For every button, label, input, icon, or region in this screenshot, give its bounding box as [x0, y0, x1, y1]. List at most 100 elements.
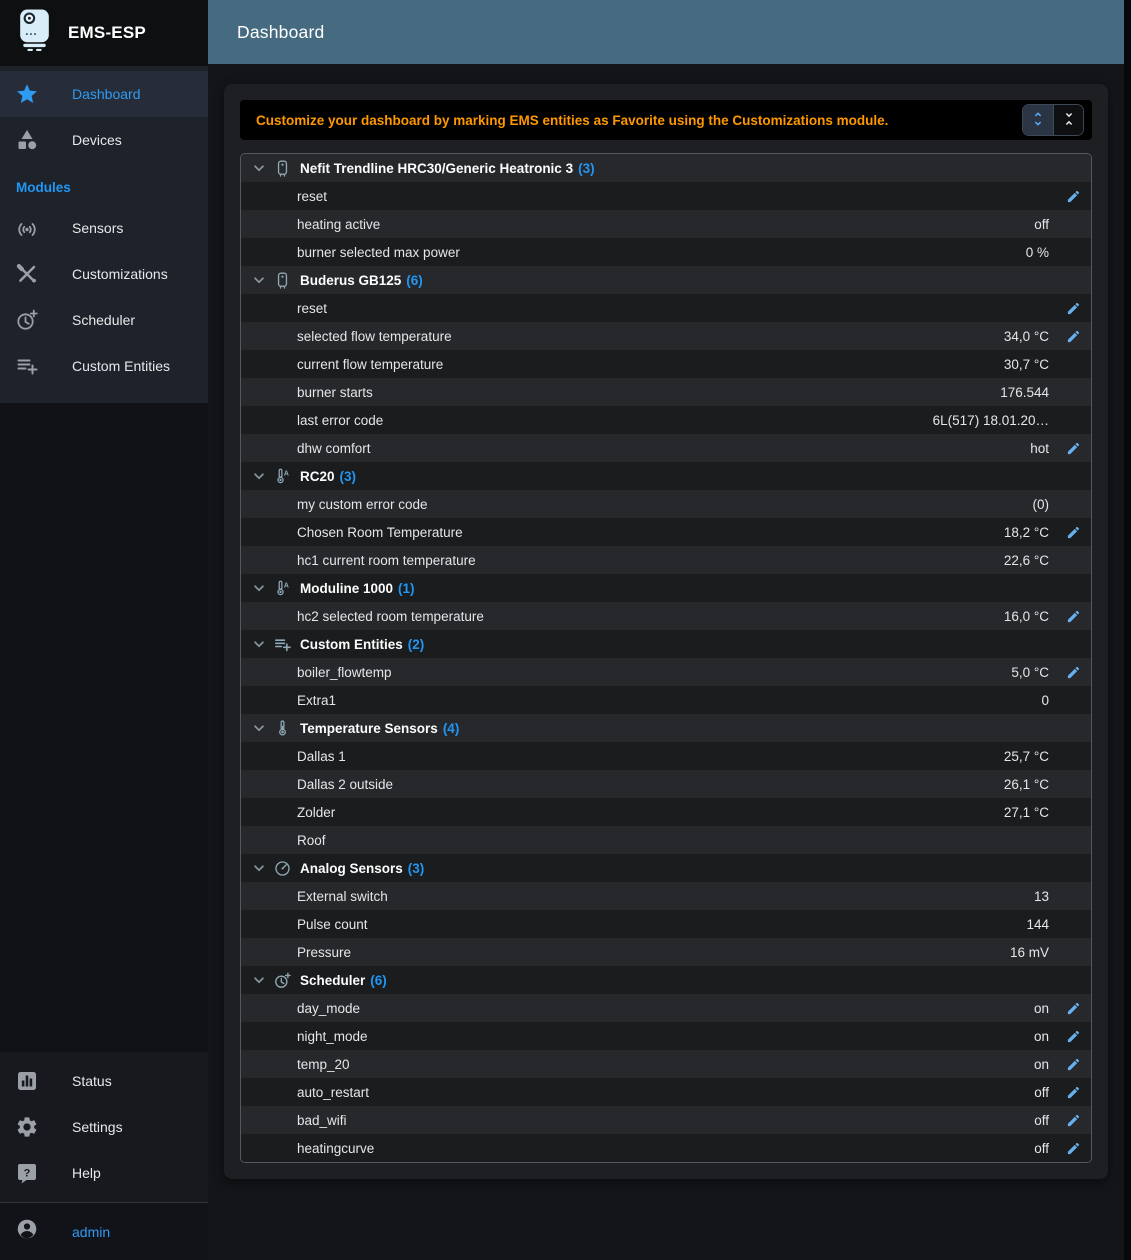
entity-row: temp_20on — [241, 1050, 1091, 1078]
group-count: (3) — [578, 161, 595, 176]
expand-all-button[interactable] — [1023, 105, 1053, 135]
sidebar-item-label: Sensors — [72, 220, 123, 236]
sidebar-item-devices[interactable]: Devices — [0, 117, 208, 163]
entity-value: 27,1 °C — [1004, 805, 1049, 820]
edit-pencil-icon[interactable] — [1066, 1057, 1081, 1072]
edit-cell — [1055, 322, 1081, 350]
sidebar-item-sensors[interactable]: Sensors — [0, 205, 208, 251]
entity-label: boiler_flowtemp — [297, 665, 392, 680]
group-name: Buderus GB125 — [300, 273, 401, 288]
sidebar-item-label: Status — [72, 1073, 112, 1089]
entity-row: night_modeon — [241, 1022, 1091, 1050]
entity-value: 0 % — [1026, 245, 1049, 260]
group-row-temperature-sensors[interactable]: Temperature Sensors(4) — [241, 714, 1091, 742]
sidebar-item-label: Custom Entities — [72, 358, 170, 374]
edit-cell — [1055, 1022, 1081, 1050]
chevron-down-icon — [249, 270, 269, 290]
group-count: (1) — [398, 581, 415, 596]
collapse-all-button[interactable] — [1053, 105, 1083, 135]
entity-row: Pressure16 mV — [241, 938, 1091, 966]
edit-pencil-icon[interactable] — [1066, 525, 1081, 540]
group-name: Moduline 1000 — [300, 581, 393, 596]
entity-row: bad_wifioff — [241, 1106, 1091, 1134]
entity-row: dhw comforthot — [241, 434, 1091, 462]
entity-row: Dallas 2 outside26,1 °C — [241, 770, 1091, 798]
category-icon — [15, 128, 39, 152]
entity-label: External switch — [297, 889, 388, 904]
sidebar-item-label: Customizations — [72, 266, 168, 282]
edit-cell — [1055, 994, 1081, 1022]
edit-pencil-icon[interactable] — [1066, 1029, 1081, 1044]
entity-label: selected flow temperature — [297, 329, 452, 344]
edit-pencil-icon[interactable] — [1066, 441, 1081, 456]
svg-text:?: ? — [24, 1168, 31, 1180]
group-row-buderus-gb125[interactable]: Buderus GB125 (6) — [241, 266, 1091, 294]
sidebar-item-custom-entities[interactable]: Custom Entities — [0, 343, 208, 389]
group-row-rc20[interactable]: ARC20(3) — [241, 462, 1091, 490]
entity-value: off — [1034, 217, 1049, 232]
page-scrollbar[interactable] — [1124, 0, 1131, 1260]
edit-pencil-icon[interactable] — [1066, 1113, 1081, 1128]
entity-row: Extra10 — [241, 686, 1091, 714]
edit-cell — [1055, 826, 1081, 854]
edit-pencil-icon[interactable] — [1066, 609, 1081, 624]
group-count: (3) — [408, 861, 425, 876]
dashboard-card: Customize your dashboard by marking EMS … — [224, 84, 1108, 1179]
group-name: Custom Entities — [300, 637, 403, 652]
edit-cell — [1055, 658, 1081, 686]
edit-cell — [1055, 210, 1081, 238]
group-count: (3) — [340, 469, 357, 484]
group-row-scheduler[interactable]: Scheduler(6) — [241, 966, 1091, 994]
sidebar-item-settings[interactable]: Settings — [0, 1104, 208, 1150]
edit-pencil-icon[interactable] — [1066, 1141, 1081, 1156]
edit-cell — [1055, 686, 1081, 714]
sidebar-item-scheduler[interactable]: Scheduler — [0, 297, 208, 343]
entity-value: 26,1 °C — [1004, 777, 1049, 792]
chevron-down-icon — [249, 858, 269, 878]
edit-pencil-icon[interactable] — [1066, 1085, 1081, 1100]
edit-cell — [1055, 882, 1081, 910]
edit-cell — [1055, 798, 1081, 826]
entity-row: External switch13 — [241, 882, 1091, 910]
sidebar-item-admin[interactable]: admin — [0, 1203, 208, 1260]
entity-value: 176.544 — [1000, 385, 1049, 400]
svg-text:A: A — [283, 581, 288, 589]
edit-pencil-icon[interactable] — [1066, 189, 1081, 204]
edit-pencil-icon[interactable] — [1066, 665, 1081, 680]
group-row-analog-sensors[interactable]: Analog Sensors(3) — [241, 854, 1091, 882]
sidebar-item-status[interactable]: Status — [0, 1058, 208, 1104]
group-row-moduline-1000[interactable]: A Moduline 1000 (1) — [241, 574, 1091, 602]
chevron-down-icon — [249, 634, 269, 654]
edit-pencil-icon[interactable] — [1066, 329, 1081, 344]
edit-cell — [1055, 378, 1081, 406]
edit-pencil-icon[interactable] — [1066, 301, 1081, 316]
entity-row: day_modeon — [241, 994, 1091, 1022]
sidebar-subheader: Modules — [0, 163, 208, 205]
sensors-icon — [15, 216, 39, 240]
entity-value: 25,7 °C — [1004, 749, 1049, 764]
gear-icon — [15, 1115, 39, 1139]
chevron-down-icon — [249, 718, 269, 738]
entity-label: Pulse count — [297, 917, 368, 932]
edit-cell — [1055, 742, 1081, 770]
sidebar-item-dashboard[interactable]: Dashboard — [0, 71, 208, 117]
status-icon — [15, 1069, 39, 1093]
group-name: Nefit Trendline HRC30/Generic Heatronic … — [300, 161, 573, 176]
group-row-nefit-trendline-hrc30-generic-heatronic-3[interactable]: Nefit Trendline HRC30/Generic Heatronic … — [241, 154, 1091, 182]
chevron-down-icon — [249, 970, 269, 990]
group-row-custom-entities[interactable]: Custom Entities(2) — [241, 630, 1091, 658]
sidebar-item-help[interactable]: ?Help — [0, 1150, 208, 1196]
boiler-icon — [272, 270, 292, 290]
entity-label: heating active — [297, 217, 380, 232]
entity-value: on — [1034, 1057, 1049, 1072]
sidebar-item-customizations[interactable]: Customizations — [0, 251, 208, 297]
boiler-icon — [272, 158, 292, 178]
entity-value: 16 mV — [1010, 945, 1049, 960]
edit-pencil-icon[interactable] — [1066, 1001, 1081, 1016]
entity-row: my custom error code(0) — [241, 490, 1091, 518]
entity-label: my custom error code — [297, 497, 428, 512]
thermostat-auto-icon: A — [272, 578, 292, 598]
entity-label: reset — [297, 301, 327, 316]
chevron-down-icon — [249, 158, 269, 178]
group-count: (6) — [406, 273, 423, 288]
